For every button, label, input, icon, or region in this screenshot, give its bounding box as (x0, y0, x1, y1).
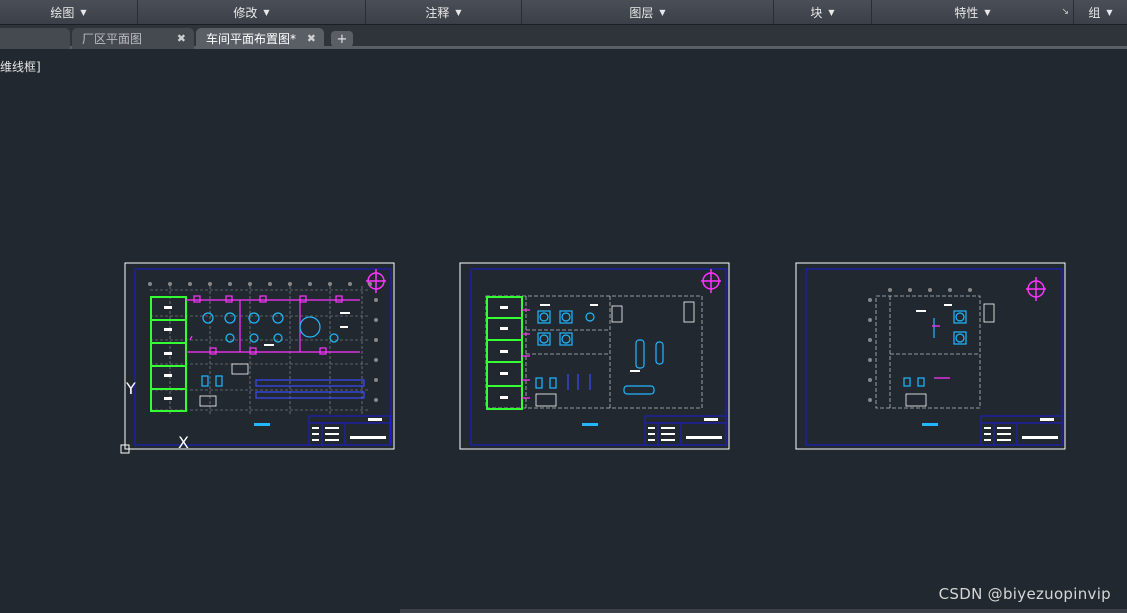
ucs-y-label: Y (125, 379, 136, 398)
equipment (535, 310, 664, 395)
equipment (201, 312, 339, 387)
drawing-frame (134, 268, 392, 446)
title-block-text (648, 418, 722, 441)
axis-grid (150, 286, 370, 414)
drawing-caption (922, 423, 938, 426)
layout-sheet-2[interactable] (459, 262, 730, 450)
vessels (567, 374, 591, 390)
drawing-caption (582, 423, 598, 426)
drawing-caption (254, 423, 270, 426)
drawing-frame (470, 268, 727, 446)
ucs-x-label: X (178, 433, 189, 452)
watermark-text: CSDN @biyezuopinvip (938, 585, 1111, 603)
compass-icon (366, 269, 386, 293)
compass-icon (1026, 277, 1046, 301)
sheet-border (459, 262, 730, 450)
tank-rows (255, 379, 365, 399)
title-block-text (984, 418, 1058, 441)
status-bar-edge (400, 609, 1127, 613)
layout-sheet-3[interactable] (795, 262, 1066, 450)
building-outline (875, 295, 981, 409)
model-space-canvas[interactable]: Y X (0, 0, 1127, 613)
drawing-frame (805, 268, 1063, 446)
text-blocks (905, 303, 995, 407)
equipment (903, 310, 967, 387)
sheet-border (124, 262, 395, 450)
title-block-text (312, 418, 386, 441)
compass-icon (701, 269, 721, 293)
building-outline (485, 295, 703, 409)
layout-sheet-1[interactable]: Y X (120, 262, 395, 454)
piping (932, 325, 950, 379)
column-bubbles (868, 288, 972, 402)
